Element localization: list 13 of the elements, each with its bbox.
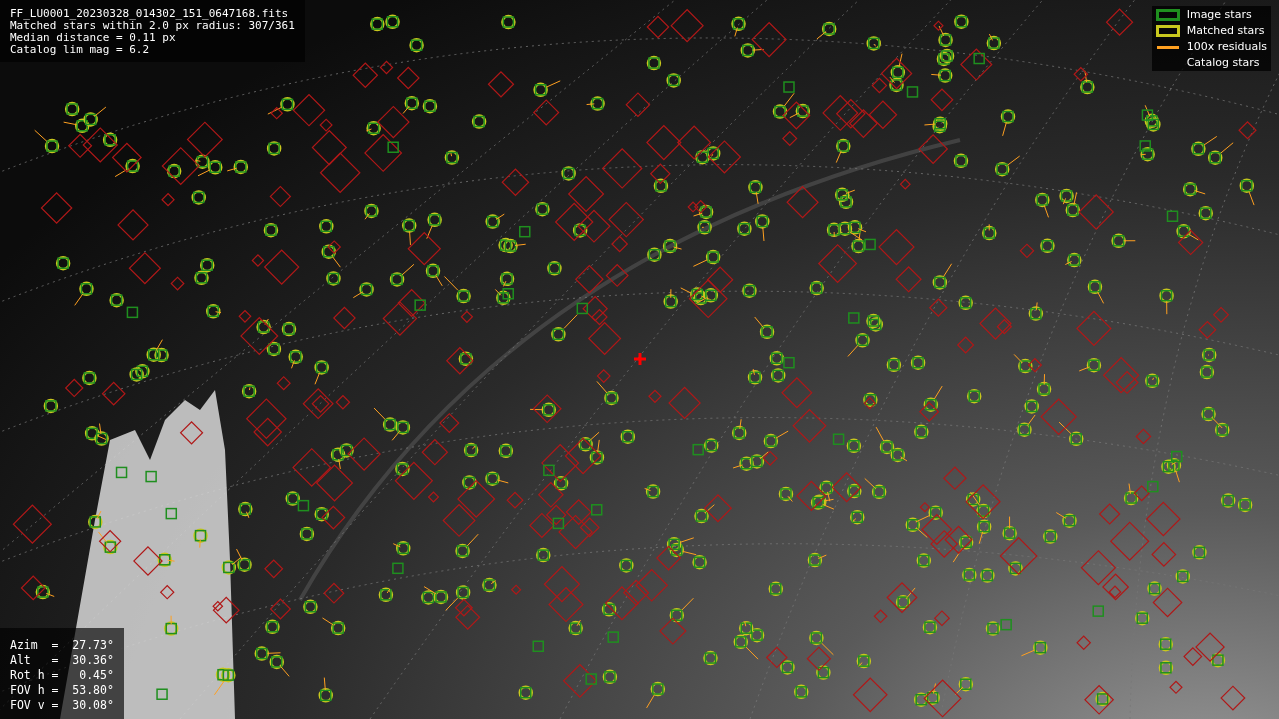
- info-text: Matched stars within 2.0 px radius: 307/361: [10, 20, 295, 32]
- info-text: Catalog lim mag = 6.2: [10, 44, 151, 56]
- pointing-text: Rot h = 0.45°: [10, 668, 114, 683]
- pointing-text: Azim = 27.73°: [10, 638, 114, 653]
- legend-label: Catalog stars: [1186, 56, 1260, 69]
- info-text: Median distance = 0.11 px: [10, 32, 177, 44]
- pointing-text: FOV h = 53.80°: [10, 683, 114, 698]
- info-text: FF_LU0001_20230328_014302_151_0647168.fits: [10, 8, 290, 20]
- legend-label: Matched stars: [1186, 24, 1265, 37]
- pointing-text: Alt = 30.36°: [10, 653, 114, 668]
- pointing-text: FOV v = 30.08°: [10, 698, 114, 713]
- legend-label: 100x residuals: [1186, 40, 1267, 53]
- legend-label: Image stars: [1186, 8, 1252, 21]
